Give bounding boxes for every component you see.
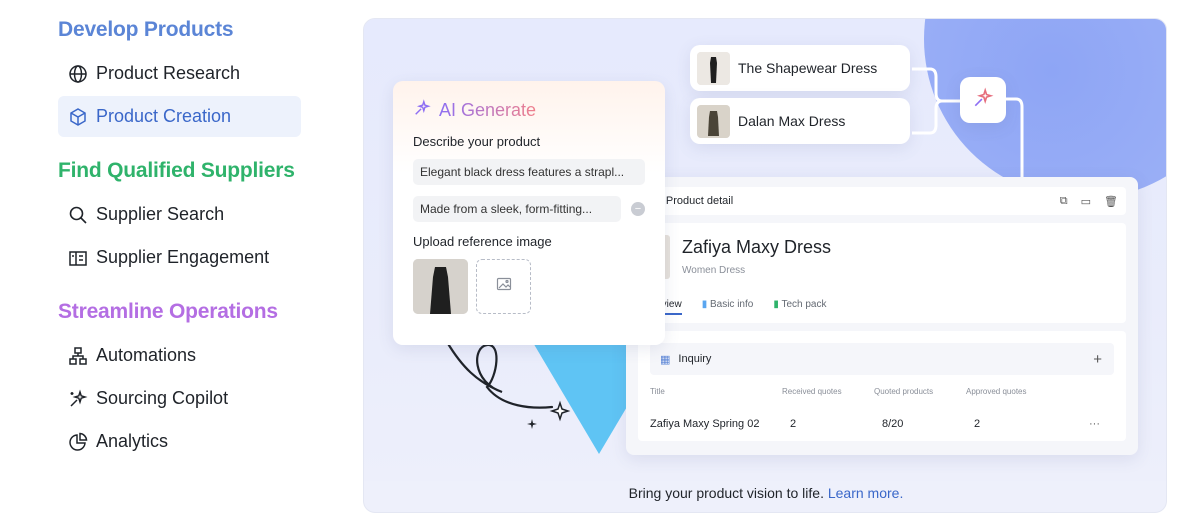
upload-dropzone[interactable] bbox=[476, 259, 531, 314]
sidebar-item-supplier-search[interactable]: Supplier Search bbox=[58, 194, 301, 235]
ai-title: AI Generate bbox=[439, 100, 537, 120]
tab-basic-info[interactable]: ▮ Basic info bbox=[702, 299, 754, 315]
squiggle-decoration bbox=[445, 340, 571, 429]
row-received: 2 bbox=[790, 418, 797, 430]
inquiry-columns: Title Received quotes Quoted products Ap… bbox=[650, 387, 1114, 396]
describe-label: Describe your product bbox=[413, 134, 541, 149]
section-title-develop: Develop Products bbox=[58, 18, 234, 41]
building-icon bbox=[68, 248, 88, 268]
upload-label: Upload reference image bbox=[413, 234, 552, 249]
reference-image[interactable] bbox=[413, 259, 468, 314]
sidebar-item-label: Supplier Engagement bbox=[96, 247, 270, 267]
detail-tabs: Overview ▮ Basic info ▮ Tech pack bbox=[640, 299, 826, 315]
ai-generate-card: AI Generate Describe your product Elegan… bbox=[393, 81, 665, 345]
inquiry-header: ▦ Inquiry + bbox=[650, 343, 1114, 375]
row-title: Zafiya Maxy Spring 02 bbox=[650, 418, 760, 430]
showcase-illustration: The Shapewear Dress Dalan Max Dress Prod… bbox=[364, 19, 1166, 481]
description-field-1[interactable]: Elegant black dress features a strapl... bbox=[413, 159, 645, 185]
sparkle-icon bbox=[68, 389, 88, 409]
copy-icon[interactable]: ⧉ bbox=[1060, 195, 1068, 208]
inquiry-icon: ▦ bbox=[660, 353, 671, 366]
description-field-2[interactable]: Made from a sleek, form-fitting... bbox=[413, 196, 621, 222]
section-title-suppliers: Find Qualified Suppliers bbox=[58, 159, 295, 182]
sidebar-item-label: Product Creation bbox=[96, 106, 232, 126]
sidebar-item-sourcing-copilot[interactable]: Sourcing Copilot bbox=[58, 378, 301, 419]
ai-header: AI Generate bbox=[413, 99, 645, 122]
sidebar-item-label: Automations bbox=[96, 345, 197, 365]
tab-label: Basic info bbox=[709, 299, 754, 310]
sidebar-item-supplier-engagement[interactable]: Supplier Engagement bbox=[58, 237, 301, 278]
sidebar-item-product-research[interactable]: Product Research bbox=[58, 53, 301, 94]
showcase-panel: The Shapewear Dress Dalan Max Dress Prod… bbox=[363, 18, 1167, 513]
remove-icon[interactable]: − bbox=[631, 202, 645, 216]
column-header: Received quotes bbox=[782, 387, 842, 396]
sidebar-item-label: Product Research bbox=[96, 63, 241, 83]
section-title-operations: Streamline Operations bbox=[58, 300, 278, 323]
detail-bar-title: Product detail bbox=[665, 195, 734, 207]
more-icon[interactable]: ··· bbox=[1089, 418, 1100, 430]
row-approved: 2 bbox=[974, 418, 981, 430]
column-header: Quoted products bbox=[874, 387, 934, 396]
sidebar-item-label: Supplier Search bbox=[96, 204, 225, 224]
page: Develop Products Product Research Produc… bbox=[0, 0, 1200, 521]
table-row[interactable]: Zafiya Maxy Spring 02 2 8/20 2 ··· bbox=[650, 418, 1114, 430]
trash-icon[interactable]: 🗑 bbox=[1104, 195, 1118, 208]
caption: Bring your product vision to life. Learn… bbox=[364, 485, 1166, 501]
inquiry-title: Inquiry bbox=[678, 353, 712, 365]
add-icon[interactable]: + bbox=[1093, 351, 1102, 368]
dress-thumbnail bbox=[697, 51, 730, 85]
product-detail-card: ☷ Product detail ⧉ ▭ 🗑 Zafiya Maxy Dress… bbox=[626, 177, 1138, 455]
cube-icon bbox=[68, 107, 88, 127]
search-icon bbox=[68, 205, 88, 225]
sidebar: Develop Products Product Research Produc… bbox=[0, 0, 330, 521]
column-header: Approved quotes bbox=[966, 387, 1027, 396]
source-card-shapewear[interactable]: The Shapewear Dress bbox=[690, 45, 910, 91]
sidebar-item-product-creation[interactable]: Product Creation bbox=[58, 96, 301, 137]
doc-blue-icon: ▮ bbox=[701, 299, 710, 310]
globe-icon bbox=[68, 64, 88, 84]
sidebar-item-automations[interactable]: Automations bbox=[58, 335, 301, 376]
magic-wand-icon bbox=[413, 99, 431, 122]
tab-label: Tech pack bbox=[781, 299, 827, 310]
source-title: The Shapewear Dress bbox=[738, 60, 878, 76]
row-quoted: 8/20 bbox=[882, 418, 904, 430]
product-header: Zafiya Maxy Dress Women Dress Overview ▮… bbox=[638, 223, 1126, 323]
source-card-dalan[interactable]: Dalan Max Dress bbox=[690, 98, 910, 144]
source-title: Dalan Max Dress bbox=[738, 113, 846, 129]
tab-tech-pack[interactable]: ▮ Tech pack bbox=[773, 299, 826, 315]
product-name: Zafiya Maxy Dress bbox=[682, 237, 832, 257]
caption-text: Bring your product vision to life. bbox=[628, 485, 824, 501]
sidebar-item-label: Sourcing Copilot bbox=[96, 388, 229, 408]
flow-icon bbox=[68, 346, 88, 366]
magic-generate-node bbox=[960, 77, 1006, 123]
magic-wand-icon bbox=[972, 87, 994, 114]
connector-down bbox=[1004, 97, 1024, 179]
pie-chart-icon bbox=[68, 432, 88, 452]
product-category: Women Dress bbox=[682, 265, 746, 276]
inquiry-section: ▦ Inquiry + Title Received quotes Quoted… bbox=[638, 331, 1126, 441]
sidebar-item-analytics[interactable]: Analytics bbox=[58, 421, 301, 462]
column-header: Title bbox=[650, 387, 665, 396]
dress-thumbnail bbox=[697, 104, 730, 138]
archive-icon[interactable]: ▭ bbox=[1081, 195, 1091, 208]
learn-more-link[interactable]: Learn more. bbox=[828, 485, 903, 501]
sidebar-item-label: Analytics bbox=[96, 431, 169, 451]
image-upload-icon bbox=[496, 276, 512, 297]
detail-toolbar: ☷ Product detail ⧉ ▭ 🗑 bbox=[638, 187, 1126, 215]
